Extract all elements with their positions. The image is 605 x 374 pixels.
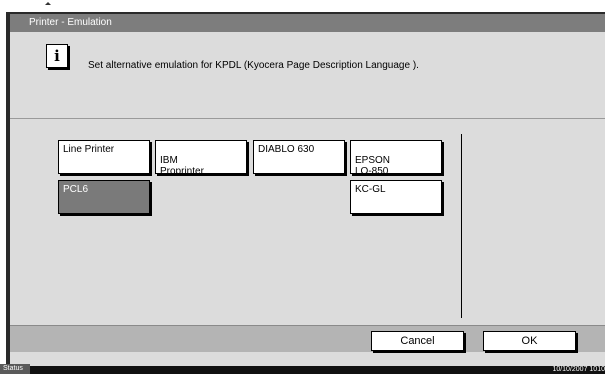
option-pcl6[interactable]: PCL6 — [58, 180, 150, 214]
window-title: Printer - Emulation — [10, 14, 605, 32]
date-time: 10/10/2007 1010 — [552, 366, 605, 373]
option-label: DIABLO 630 — [258, 144, 315, 155]
option-label: KC-GL — [355, 184, 386, 195]
divider — [10, 118, 605, 119]
option-label: EPSON LQ-850 — [355, 155, 391, 177]
status-button[interactable]: Status — [0, 364, 30, 374]
option-line-printer[interactable]: Line Printer — [58, 140, 150, 174]
option-label: Line Printer — [63, 144, 115, 155]
cancel-button[interactable]: Cancel — [371, 331, 464, 351]
option-label: PCL6 — [63, 184, 89, 195]
info-message: Set alternative emulation for KPDL (Kyoc… — [88, 60, 419, 71]
info-icon: i — [46, 44, 68, 68]
ok-button[interactable]: OK — [483, 331, 576, 351]
arrow-up-icon — [45, 2, 51, 5]
status-bar — [0, 366, 605, 374]
option-label: IBM Proprinter — [160, 155, 204, 177]
option-epson-lq-850[interactable]: EPSON LQ-850 — [350, 140, 442, 177]
option-diablo-630[interactable]: DIABLO 630 — [253, 140, 345, 174]
column-divider — [461, 134, 462, 318]
footer-divider — [10, 325, 605, 326]
option-ibm-proprinter[interactable]: IBM Proprinter — [155, 140, 247, 177]
option-kc-gl[interactable]: KC-GL — [350, 180, 442, 214]
